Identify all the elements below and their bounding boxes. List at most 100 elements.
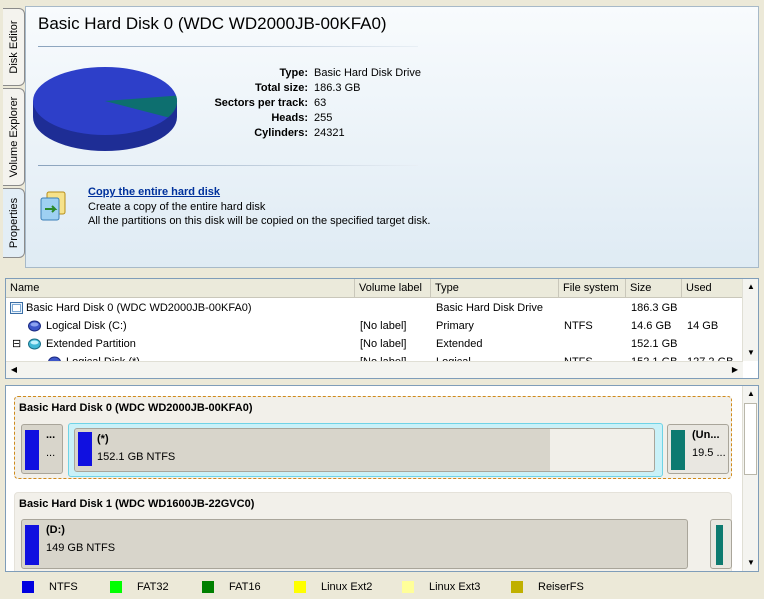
disk-map-title: Basic Hard Disk 1 (WDC WD1600JB-22GVC0) (19, 498, 255, 510)
info-row-sectors: Sectors per track: 63 (156, 96, 421, 111)
partition-size: 149 GB NTFS (46, 542, 116, 554)
extended-partition-block[interactable]: (*) 152.1 GB NTFS (68, 423, 663, 477)
disk-map-title: Basic Hard Disk 0 (WDC WD2000JB-00KFA0) (19, 402, 253, 414)
scroll-right-arrow-icon[interactable]: ▶ (727, 362, 743, 378)
table-row[interactable]: Basic Hard Disk 0 (WDC WD2000JB-00KFA0) … (6, 299, 743, 317)
info-row-cylinders: Cylinders: 24321 (156, 126, 421, 141)
column-header-volume-label[interactable]: Volume label (355, 279, 431, 298)
info-value: 255 (314, 112, 333, 124)
collapse-toggle[interactable]: ⊟ (8, 335, 21, 353)
scroll-left-arrow-icon[interactable]: ◀ (6, 362, 22, 378)
info-value: 186.3 GB (314, 82, 361, 94)
table-horizontal-scrollbar[interactable]: ◀ ▶ (6, 361, 743, 378)
page-title: Basic Hard Disk 0 (WDC WD2000JB-00KFA0) (38, 14, 387, 33)
partition-block-star[interactable]: (*) 152.1 GB NTFS (74, 428, 655, 472)
legend-label: Linux Ext2 (321, 581, 373, 593)
partition-size: 19.5 ... (692, 447, 726, 459)
tab-disk-editor[interactable]: Disk Editor (3, 8, 25, 86)
ntfs-color-bar (25, 525, 39, 565)
partition-label: (*) (97, 433, 109, 445)
partition-block-unallocated[interactable] (710, 519, 732, 569)
logical-disk-icon (28, 320, 41, 332)
info-key: Type: (279, 67, 308, 79)
disk-map-vertical-scrollbar[interactable]: ▲ ▼ (742, 386, 758, 571)
partition-size: 152.1 GB NTFS (97, 451, 176, 463)
legend-swatch (110, 581, 122, 593)
scroll-up-arrow-icon[interactable]: ▲ (743, 386, 758, 402)
partition-block-c[interactable]: ... ... (21, 424, 63, 474)
cell-volume-label: [No label] (360, 338, 407, 350)
cell-type: Basic Hard Disk Drive (436, 302, 543, 314)
partition-label: (D:) (46, 524, 65, 536)
column-header-name[interactable]: Name (6, 279, 355, 298)
partition-size: ... (46, 447, 56, 459)
partition-label: (Un... (692, 429, 720, 441)
info-value: Basic Hard Disk Drive (314, 67, 421, 79)
info-row-total-size: Total size: 186.3 GB (156, 81, 421, 96)
scroll-down-arrow-icon[interactable]: ▼ (743, 345, 758, 361)
legend-label: FAT32 (137, 581, 169, 593)
copy-description: Create a copy of the entire hard disk (88, 201, 266, 213)
cell-name: Extended Partition (46, 338, 136, 350)
column-header-type[interactable]: Type (431, 279, 559, 298)
info-key: Sectors per track: (214, 97, 308, 109)
disk-map-disk-0[interactable]: Basic Hard Disk 0 (WDC WD2000JB-00KFA0) … (14, 396, 732, 479)
copy-disk-icon[interactable] (37, 188, 71, 222)
divider (38, 46, 418, 47)
legend-label: ReiserFS (538, 581, 584, 593)
disk-map-disk-1[interactable]: Basic Hard Disk 1 (WDC WD1600JB-22GVC0) … (14, 492, 732, 571)
ntfs-color-bar (78, 432, 92, 466)
info-value: 63 (314, 97, 327, 109)
partition-label: ... (46, 429, 56, 441)
info-value: 24321 (314, 127, 345, 139)
cell-type: Extended (436, 338, 483, 350)
cell-name: Logical Disk (C:) (46, 320, 127, 332)
tab-label: Disk Editor (7, 20, 20, 74)
legend-swatch (22, 581, 34, 593)
table-row[interactable]: ⊟ Extended Partition [No label] Extended… (6, 335, 743, 353)
partition-block-d[interactable]: (D:) 149 GB NTFS (21, 519, 688, 569)
info-row-type: Type: Basic Hard Disk Drive (156, 66, 421, 81)
cell-file-system: NTFS (564, 320, 593, 332)
legend-label: NTFS (49, 581, 78, 593)
extended-partition-icon (28, 338, 41, 350)
legend-swatch (294, 581, 306, 593)
info-key: Cylinders: (254, 127, 308, 139)
disk-map: Basic Hard Disk 0 (WDC WD2000JB-00KFA0) … (5, 385, 759, 572)
cell-type: Primary (436, 320, 474, 332)
cell-size: 152.1 GB (631, 338, 678, 350)
file-system-legend: NTFS FAT32 FAT16 Linux Ext2 Linux Ext3 R… (0, 575, 764, 599)
column-header-used[interactable]: Used (682, 279, 743, 298)
unallocated-color-bar (671, 430, 685, 470)
disk-info-list: Type: Basic Hard Disk Drive Total size: 18… (156, 66, 421, 141)
vertical-tab-strip: Disk Editor Volume Explorer Properties (0, 0, 28, 275)
column-header-size[interactable]: Size (626, 279, 682, 298)
cell-size: 14.6 GB (631, 320, 672, 332)
scrollbar-thumb[interactable] (744, 403, 757, 475)
tab-label: Volume Explorer (7, 96, 20, 178)
legend-label: Linux Ext3 (429, 581, 481, 593)
cell-used: 14 GB (687, 320, 719, 332)
partition-block-unallocated[interactable]: (Un... 19.5 ... (667, 424, 729, 474)
copy-description-detail: All the partitions on this disk will be … (88, 215, 431, 227)
legend-swatch (402, 581, 414, 593)
table-vertical-scrollbar[interactable]: ▲ ▼ (742, 279, 758, 361)
cell-size: 186.3 GB (631, 302, 678, 314)
table-row[interactable]: Logical Disk (C:) [No label] Primary NTF… (6, 317, 743, 335)
cell-name: Basic Hard Disk 0 (WDC WD2000JB-00KFA0) (26, 302, 252, 314)
unallocated-color-bar (716, 525, 723, 565)
scroll-down-arrow-icon[interactable]: ▼ (743, 555, 758, 571)
tab-properties[interactable]: Properties (3, 188, 25, 258)
scroll-up-arrow-icon[interactable]: ▲ (743, 279, 758, 295)
info-key: Heads: (271, 112, 308, 124)
column-header-file-system[interactable]: File system (559, 279, 626, 298)
info-row-heads: Heads: 255 (156, 111, 421, 126)
cell-volume-label: [No label] (360, 320, 407, 332)
table-header: Name Volume label Type File system Size … (6, 279, 743, 298)
legend-swatch (511, 581, 523, 593)
tab-label: Properties (7, 197, 20, 249)
tab-volume-explorer[interactable]: Volume Explorer (3, 88, 25, 186)
ntfs-color-bar (25, 430, 39, 470)
copy-entire-disk-link[interactable]: Copy the entire hard disk (88, 186, 220, 198)
legend-label: FAT16 (229, 581, 261, 593)
